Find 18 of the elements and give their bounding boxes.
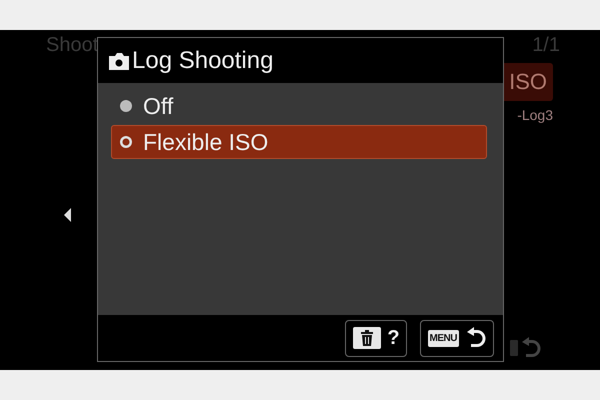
dialog-title: Log Shooting [132, 46, 274, 74]
option-row[interactable]: Flexible ISO [111, 125, 487, 159]
back-arrow-icon [465, 326, 487, 350]
option-label: Flexible ISO [143, 128, 268, 156]
option-row[interactable]: Off [111, 89, 487, 123]
left-arrow-icon[interactable] [64, 208, 72, 222]
menu-back-button[interactable]: MENU [420, 320, 494, 356]
key-icon [510, 340, 518, 356]
camera-icon [109, 52, 129, 70]
trash-icon [353, 327, 382, 349]
radio-button[interactable] [119, 99, 133, 113]
option-label: Off [143, 92, 174, 120]
back-arrow-icon [520, 336, 542, 360]
delete-help-button[interactable]: ? [345, 320, 407, 356]
radio-button[interactable] [119, 135, 133, 149]
menu-title: Shoot [46, 34, 98, 57]
setting-value: -Log3 [517, 107, 553, 123]
page-number: 1/1 [532, 34, 560, 57]
